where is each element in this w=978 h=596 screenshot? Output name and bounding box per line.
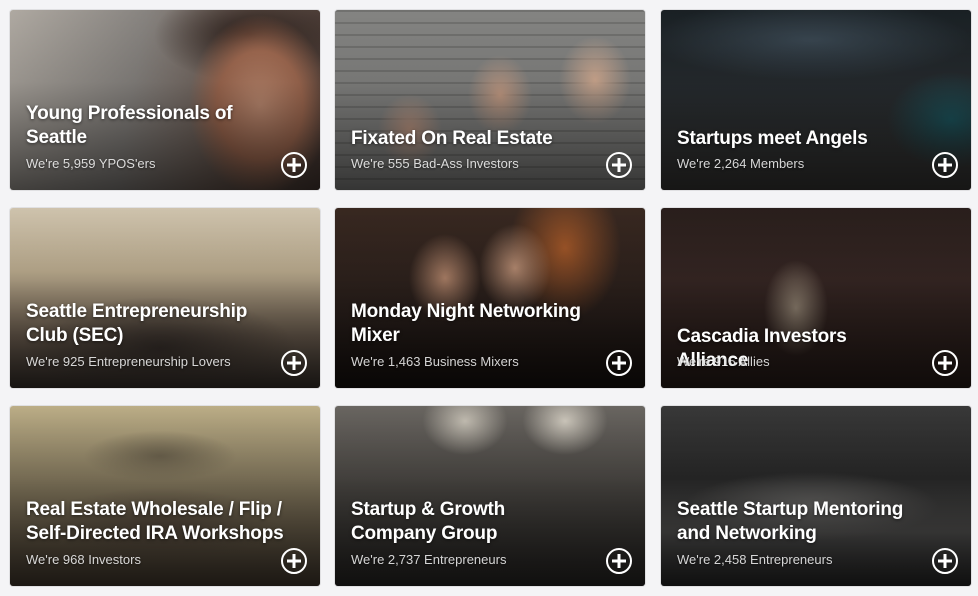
plus-circle-icon[interactable] [932,152,958,178]
plus-circle-icon[interactable] [932,350,958,376]
group-card-startup-growth-company[interactable]: Startup & Growth Company Group We're 2,7… [335,406,645,586]
plus-circle-icon[interactable] [281,152,307,178]
plus-circle-icon[interactable] [281,548,307,574]
group-title: Seattle Startup Mentoring and Networking [677,499,904,544]
group-title: Real Estate Wholesale / Flip / Self-Dire… [26,499,284,544]
plus-circle-icon[interactable] [932,548,958,574]
group-member-count: We're 915 Allies [677,354,770,369]
group-title: Seattle Entrepreneurship Club (SEC) [26,301,248,346]
group-member-count: We're 2,458 Entrepreneurs [677,552,833,567]
group-title: Startups meet Angels [677,128,868,149]
group-card-cascadia-investors-alliance[interactable]: Cascadia Investors Alliance We're 915 Al… [661,208,971,388]
group-member-count: We're 5,959 YPOS'ers [26,156,156,171]
group-title: Monday Night Networking Mixer [351,301,581,346]
group-card-monday-night-networking[interactable]: Monday Night Networking Mixer We're 1,46… [335,208,645,388]
group-member-count: We're 2,737 Entrepreneurs [351,552,507,567]
group-card-seattle-entrepreneurship-club[interactable]: Seattle Entrepreneurship Club (SEC) We'r… [10,208,320,388]
group-card-fixated-on-real-estate[interactable]: Fixated On Real Estate We're 555 Bad-Ass… [335,10,645,190]
group-title: Startup & Growth Company Group [351,499,506,544]
group-member-count: We're 555 Bad-Ass Investors [351,156,519,171]
group-card-real-estate-wholesale[interactable]: Real Estate Wholesale / Flip / Self-Dire… [10,406,320,586]
group-title: Young Professionals of Seattle [26,103,233,148]
group-member-count: We're 925 Entrepreneurship Lovers [26,354,231,369]
plus-circle-icon[interactable] [281,350,307,376]
plus-circle-icon[interactable] [606,548,632,574]
group-card-startups-meet-angels[interactable]: Startups meet Angels We're 2,264 Members [661,10,971,190]
group-title: Fixated On Real Estate [351,128,553,149]
group-member-count: We're 968 Investors [26,552,141,567]
plus-circle-icon[interactable] [606,152,632,178]
group-card-seattle-startup-mentoring[interactable]: Seattle Startup Mentoring and Networking… [661,406,971,586]
group-grid: Young Professionals of Seattle We're 5,9… [0,0,978,596]
group-card-young-professionals[interactable]: Young Professionals of Seattle We're 5,9… [10,10,320,190]
group-member-count: We're 2,264 Members [677,156,805,171]
group-member-count: We're 1,463 Business Mixers [351,354,519,369]
plus-circle-icon[interactable] [606,350,632,376]
